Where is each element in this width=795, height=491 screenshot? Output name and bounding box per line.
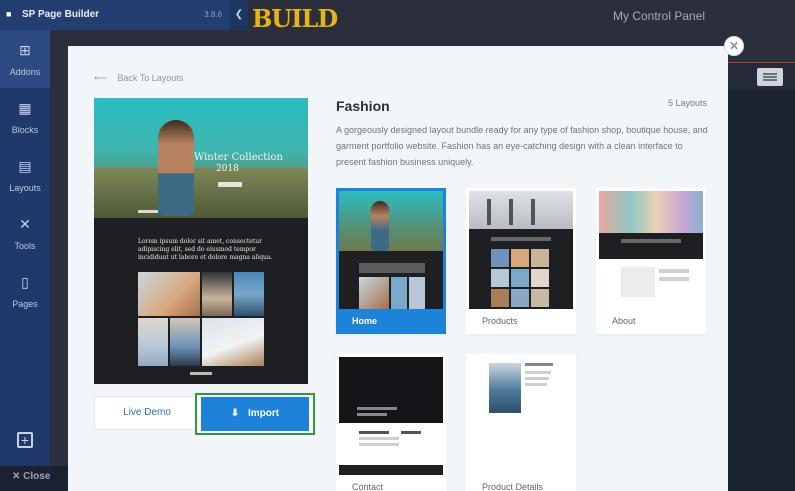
- layout-card-label: Product Details: [482, 482, 544, 491]
- preview-hero-title: Winter Collection: [194, 152, 283, 163]
- layout-thumbnail: [469, 191, 573, 309]
- preview-body-text: Lorem ipsum dolor sit amet, consectetur …: [138, 238, 273, 261]
- layout-bundle-title: Fashion: [336, 98, 390, 114]
- layout-count: 5 Layouts: [667, 98, 707, 108]
- model-figure: [158, 120, 194, 216]
- back-to-layouts-link[interactable]: ⟵ Back To Layouts: [94, 73, 183, 84]
- add-page-button[interactable]: +: [17, 432, 33, 448]
- editor-area: [728, 90, 795, 491]
- import-button[interactable]: ⬇ Import: [201, 397, 309, 431]
- close-builder-button[interactable]: ✕ Close: [12, 471, 50, 482]
- collapse-sidebar-button[interactable]: ❮: [230, 0, 248, 30]
- app-brand: ■ SP Page Builder 3.8.6 ❮: [0, 0, 248, 30]
- sidebar-item-blocks[interactable]: ▦ Blocks: [0, 88, 50, 146]
- layout-bundle-description: A gorgeously designed layout bundle read…: [336, 125, 708, 167]
- layout-card-label: About: [612, 316, 636, 326]
- blocks-icon: ▦: [18, 100, 32, 116]
- sidebar-item-layouts[interactable]: ▤ Layouts: [0, 146, 50, 204]
- sidebar-item-pages[interactable]: ▯ Pages: [0, 262, 50, 320]
- sppb-logo-icon: ■: [6, 9, 12, 19]
- layout-card-product-details[interactable]: Product Details: [466, 354, 576, 491]
- app-name: SP Page Builder: [22, 9, 100, 20]
- layout-card-products[interactable]: Products: [466, 188, 576, 334]
- layout-card-label: Products: [482, 316, 518, 326]
- layout-preview-image: Winter Collection 2018 Lorem ipsum dolor…: [94, 98, 308, 384]
- modal-close-button[interactable]: ✕: [724, 36, 744, 56]
- layout-card-about[interactable]: About: [596, 188, 706, 334]
- layout-thumbnail: [599, 191, 703, 309]
- arrow-left-icon: ⟵: [94, 73, 107, 83]
- menu-button[interactable]: [757, 68, 783, 86]
- layout-thumbnail: [339, 357, 443, 475]
- left-sidebar: ⊞ Addons ▦ Blocks ▤ Layouts ✕ Tools ▯ Pa…: [0, 30, 50, 491]
- layout-card-contact[interactable]: Contact: [336, 354, 446, 491]
- preview-photo-grid: [138, 272, 264, 366]
- tools-strip: [50, 30, 68, 491]
- sidebar-item-addons[interactable]: ⊞ Addons: [0, 30, 50, 88]
- control-panel-link[interactable]: My Control Panel: [613, 9, 705, 23]
- tools-icon: ✕: [19, 216, 31, 232]
- app-version: 3.8.6: [204, 10, 222, 19]
- close-icon: ✕: [12, 471, 21, 482]
- layout-card-label: Home: [352, 316, 378, 326]
- sidebar-item-tools[interactable]: ✕ Tools: [0, 204, 50, 262]
- pages-icon: ▯: [21, 274, 29, 290]
- layout-thumbnail: [469, 357, 573, 475]
- layout-card-label: Contact: [352, 482, 384, 491]
- live-demo-button[interactable]: Live Demo: [94, 396, 200, 430]
- download-icon: ⬇: [230, 408, 240, 419]
- layouts-icon: ▤: [18, 158, 32, 174]
- preview-hero-year: 2018: [216, 164, 239, 174]
- addons-icon: ⊞: [19, 42, 31, 58]
- layout-card-home[interactable]: Home: [336, 188, 446, 334]
- layout-thumbnail: [339, 191, 443, 309]
